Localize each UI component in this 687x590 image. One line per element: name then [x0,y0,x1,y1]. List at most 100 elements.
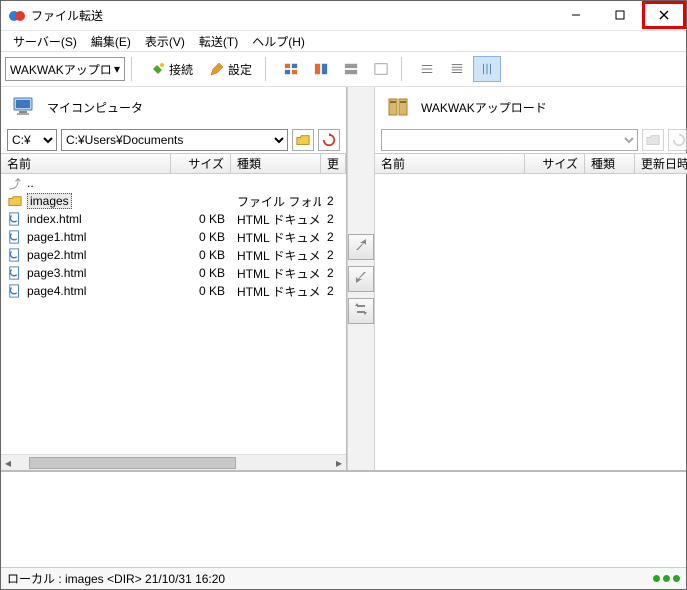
list-view-2-button[interactable] [443,56,471,82]
list-row[interactable]: page2.html 0 KBHTML ドキュメント2 [1,246,346,264]
list-row[interactable]: page1.html0 KBHTML ドキュメント2 [1,228,346,246]
remote-list-header: 名前 サイズ 種類 更新日時 [375,154,687,174]
updir-label: .. [27,176,34,190]
view-mode-3-button[interactable] [337,56,365,82]
file-type: HTML ドキュメント [231,247,321,264]
folder-up-icon [295,132,311,148]
remote-path-select[interactable] [381,129,638,151]
local-list-body[interactable]: ⤴..imagesファイル フォルダー2index.html0 KBHTML ド… [1,174,346,454]
log-panel[interactable] [1,471,686,567]
menu-edit[interactable]: 編集(E) [85,31,137,52]
local-col-type[interactable]: 種類 [231,154,321,173]
local-col-name[interactable]: 名前 [1,154,171,173]
dot-icon [673,575,680,582]
arrow-upload-icon [353,237,369,256]
remote-col-name[interactable]: 名前 [375,154,525,173]
transfer-column [347,87,375,470]
local-list-header: 名前 サイズ 種類 更 [1,154,346,174]
view-mode-2-button[interactable] [307,56,335,82]
local-refresh-button[interactable] [318,129,340,151]
upload-button[interactable] [348,234,374,260]
columns-icon [479,61,495,77]
menubar: サーバー(S) 編集(E) 表示(V) 転送(T) ヘルプ(H) [1,31,686,51]
toolbar-separator [401,57,407,81]
file-type: HTML ドキュメント [231,211,321,228]
remote-list-body[interactable] [375,174,687,470]
remote-col-date[interactable]: 更新日時 [635,154,687,173]
file-date: 2 [321,248,346,262]
list-row[interactable]: imagesファイル フォルダー2 [1,192,346,210]
window-controls [554,1,686,30]
local-list: 名前 サイズ 種類 更 ⤴..imagesファイル フォルダー2index.ht… [1,153,346,470]
html-file-icon [7,229,23,245]
file-type: HTML ドキュメント [231,283,321,300]
list-row[interactable]: page4.html0 KBHTML ドキュメント2 [1,282,346,300]
list-view-3-button[interactable] [473,56,501,82]
file-size: 0 KB [171,212,231,226]
list-row[interactable]: index.html0 KBHTML ドキュメント2 [1,210,346,228]
menu-server[interactable]: サーバー(S) [7,31,83,52]
list-row[interactable]: page3.html0 KBHTML ドキュメント2 [1,264,346,282]
server-icon [385,93,413,121]
file-size: 0 KB [171,284,231,298]
file-name: page3.html [27,266,86,280]
html-file-icon [7,247,23,263]
file-date: 2 [321,194,346,208]
local-path-select[interactable]: C:¥Users¥Documents [61,129,288,151]
remote-col-size[interactable]: サイズ [525,154,585,173]
file-name: index.html [27,212,82,226]
scroll-right-icon: ▸ [332,456,346,470]
panes4-icon [373,61,389,77]
remote-up-button[interactable] [642,129,664,151]
close-button[interactable] [642,1,686,29]
updir-icon: ⤴ [7,175,23,191]
local-drive-select[interactable]: C:¥ [7,129,57,151]
local-col-size[interactable]: サイズ [171,154,231,173]
local-hscrollbar[interactable]: ◂ ▸ [1,454,346,470]
view-mode-1-button[interactable] [277,56,305,82]
local-pane: マイコンピュータ C:¥ C:¥Users¥Documents 名前 サイズ 種… [1,87,347,470]
status-text: ローカル : images <DIR> 21/10/31 16:20 [7,570,225,587]
file-size: 0 KB [171,248,231,262]
file-name: page4.html [27,284,86,298]
scroll-thumb[interactable] [29,457,236,469]
menu-view[interactable]: 表示(V) [139,31,191,52]
profile-dropdown[interactable]: WAKWAKアップロ ▾ [5,57,125,81]
html-file-icon [7,283,23,299]
app-icon [9,8,25,24]
file-size: 0 KB [171,266,231,280]
refresh-icon [671,132,687,148]
sync-icon [353,301,369,320]
remote-header: WAKWAKアップロード [375,87,687,127]
menu-transfer[interactable]: 転送(T) [193,31,244,52]
toolbar-separator [265,57,271,81]
connection-indicator [653,575,680,582]
list-row-updir[interactable]: ⤴.. [1,174,346,192]
html-file-icon [7,265,23,281]
remote-pane: WAKWAKアップロード 名前 サイズ 種類 更新日時 [375,87,687,470]
local-header-text: マイコンピュータ [47,99,143,116]
main-area: マイコンピュータ C:¥ C:¥Users¥Documents 名前 サイズ 種… [1,87,686,471]
file-name: page2.html [27,248,86,262]
view-mode-4-button[interactable] [367,56,395,82]
maximize-button[interactable] [598,1,642,29]
local-col-date[interactable]: 更 [321,154,346,173]
list-view-1-button[interactable] [413,56,441,82]
plug-icon [150,61,166,77]
download-button[interactable] [348,266,374,292]
local-up-button[interactable] [292,129,314,151]
remote-header-text: WAKWAKアップロード [421,99,547,116]
panes2-icon [313,61,329,77]
file-size: 0 KB [171,230,231,244]
remote-col-type[interactable]: 種類 [585,154,635,173]
minimize-button[interactable] [554,1,598,29]
settings-button[interactable]: 設定 [202,56,259,82]
sync-button[interactable] [348,298,374,324]
connect-button[interactable]: 接続 [143,56,200,82]
remote-refresh-button[interactable] [668,129,687,151]
chevron-down-icon: ▾ [114,62,120,76]
panes-icon [283,61,299,77]
dot-icon [663,575,670,582]
menu-help[interactable]: ヘルプ(H) [246,31,311,52]
list-icon [419,61,435,77]
